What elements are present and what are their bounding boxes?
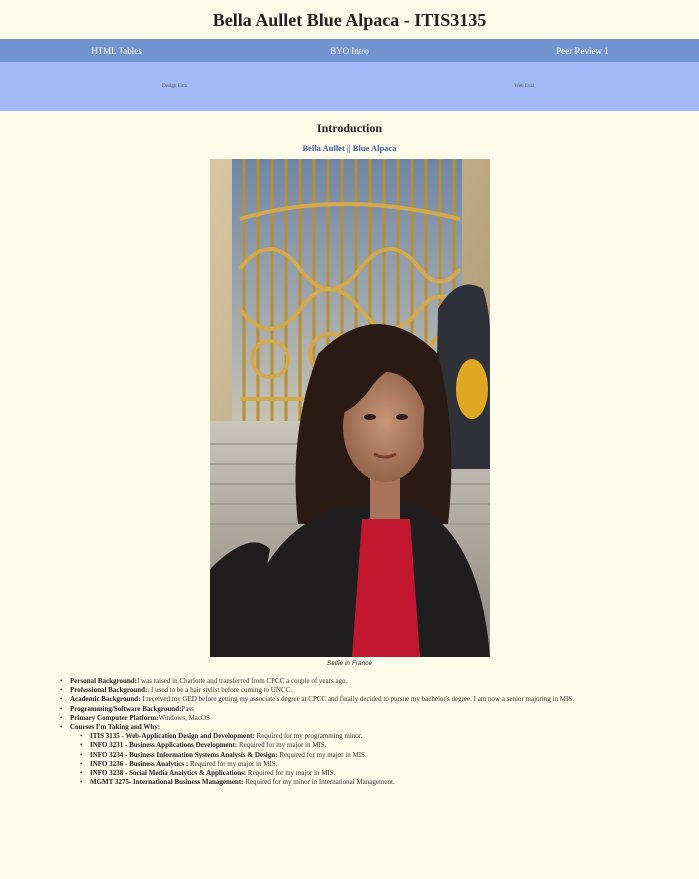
course-reason: Required for my minor in International M… (243, 778, 395, 787)
bio-label: Professional Background: (70, 686, 148, 695)
photo-caption: Selfie in France (326, 660, 373, 667)
bio-text: I received my GED before getting my asso… (140, 695, 574, 704)
bio-text: Pass (181, 704, 194, 713)
bio-text: I was raised in Charlotte and transferre… (136, 677, 348, 685)
secondary-nav: Design Firm Web Eval (0, 62, 699, 111)
byline: Bella Aullet || Blue Alpaca (0, 143, 699, 159)
course-reason: Required for my major in MIS. (237, 741, 327, 750)
nav-link-peer-review[interactable]: Peer Review 1 (466, 46, 699, 56)
byline-link[interactable]: Bella Aullet || Blue Alpaca (303, 143, 397, 153)
course-label: MGMT 3275- International Business Manage… (90, 778, 244, 787)
bio-label: Personal Background: (70, 677, 137, 685)
site-title: Bella Aullet Blue Alpaca - ITIS3135 (212, 10, 487, 30)
nav-link-html-tables[interactable]: HTML Tables (0, 46, 233, 56)
primary-nav: HTML Tables BYO Intro Peer Review 1 (0, 39, 699, 62)
bio-item-professional: Professional Background:: I used to be a… (60, 686, 699, 695)
nav-link-byo-intro[interactable]: BYO Intro (233, 46, 466, 56)
bio-label: Courses I'm Taking and Why: (70, 723, 161, 732)
bio-item-academic: Academic Background: I received my GED b… (60, 695, 699, 704)
course-item: INFO 3234 - Business Information Systems… (80, 750, 699, 760)
course-item: INFO 3231 - Business Applications Develo… (80, 741, 699, 750)
bio-list: Personal Background:I was raised in Char… (0, 677, 699, 788)
course-item: INFO 3236 - Business Analytics : Require… (80, 759, 699, 769)
nav-link-design-firm[interactable]: Design Firm (0, 84, 350, 89)
bio-label: Primary Computer Platform: (70, 713, 159, 722)
course-reason: Required for my major in MIS. (188, 759, 278, 768)
course-item: MGMT 3275- International Business Manage… (80, 778, 699, 787)
course-label: ITIS 3135 - Web-Application Design and D… (90, 732, 255, 741)
bio-item-personal: Personal Background:I was raised in Char… (60, 677, 699, 686)
bio-text: : I used to be a hair stylist before com… (147, 686, 292, 695)
bio-label: Programming/Software Background: (70, 704, 182, 713)
course-label: INFO 3231 - Business Applications Develo… (90, 741, 238, 750)
course-reason: Required for my programming minor. (254, 732, 363, 741)
bio-item-courses: Courses I'm Taking and Why: ITIS 3135 - … (60, 723, 699, 788)
bio-label: Academic Background: (70, 695, 141, 704)
course-label: INFO 3234 - Business Information Systems… (90, 750, 278, 759)
course-item: ITIS 3135 - Web-Application Design and D… (80, 732, 699, 741)
course-label: INFO 3238 - Social Media Analytics & App… (90, 769, 247, 778)
course-label: INFO 3236 - Business Analytics : (90, 759, 189, 768)
selfie-photo (209, 159, 490, 657)
main-content: Introduction Bella Aullet || Blue Alpaca (0, 111, 699, 788)
bio-item-platform: Primary Computer Platform:Windows, MacOS (60, 713, 699, 723)
nav-link-web-eval[interactable]: Web Eval (350, 84, 699, 89)
course-reason: Required for my major in MIS. (246, 769, 336, 778)
bio-item-programming: Programming/Software Background:Pass (60, 704, 699, 714)
course-reason: Required for my major in MIS. (277, 750, 367, 759)
bio-text: Windows, MacOS (158, 713, 210, 722)
course-list: ITIS 3135 - Web-Application Design and D… (70, 732, 699, 787)
selfie-figure: Selfie in France (0, 159, 699, 667)
page-heading: Introduction (316, 121, 383, 135)
course-item: INFO 3238 - Social Media Analytics & App… (80, 769, 699, 778)
